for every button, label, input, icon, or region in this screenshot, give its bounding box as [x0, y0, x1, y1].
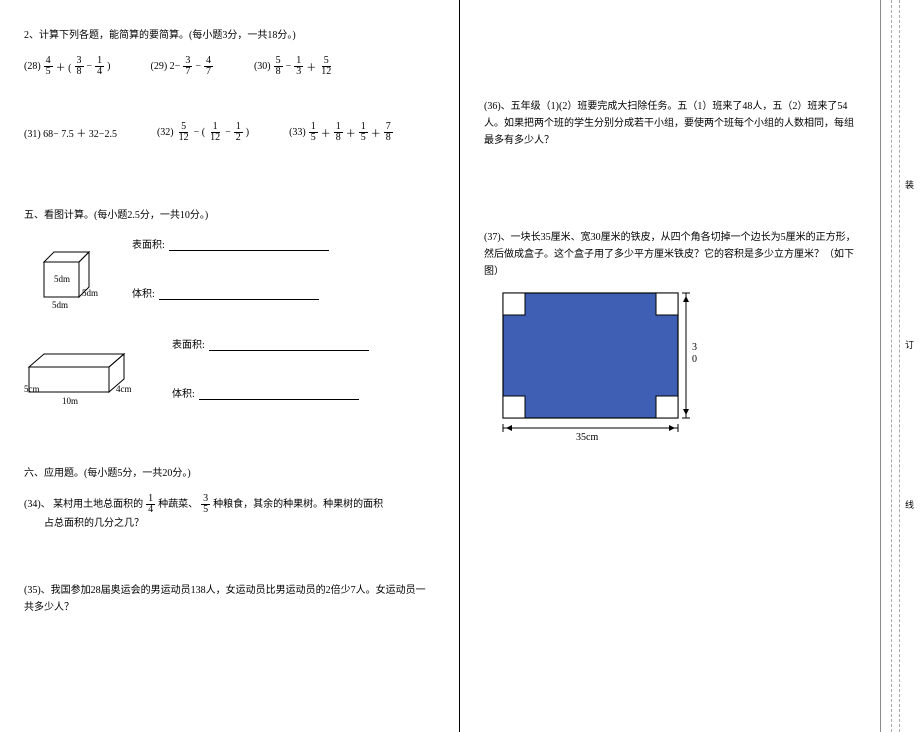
- page-container: 2、计算下列各题，能简算的要简算。(每小题3分，一共18分。) (28) 45 …: [0, 0, 920, 732]
- answer-underline: [159, 290, 319, 300]
- frac: 35: [201, 494, 210, 515]
- prism-l: 10m: [62, 396, 78, 406]
- frac: 37: [183, 56, 192, 77]
- problem-row-2: (31) 68− 7.5 ＋ 32−2.5 (32) 512 − ( 112 −…: [24, 122, 435, 143]
- frac: 38: [75, 56, 84, 77]
- problem-33: (33) 15 ＋ 18 ＋ 15 ＋ 78: [289, 122, 394, 143]
- section-2-title: 2、计算下列各题，能简算的要简算。(每小题3分，一共18分。): [24, 28, 435, 44]
- question-34: (34)、 某村用土地总面积的 14 种蔬菜、 35 种粮食，其余的种果树。种果…: [24, 494, 435, 532]
- frac: 47: [204, 56, 213, 77]
- svg-text:0: 0: [692, 354, 697, 365]
- box-height-label: 3: [692, 342, 697, 353]
- frac: 14: [95, 56, 104, 77]
- cube-figure-row: 5dm 5dm 5dm 表面积: 体积:: [24, 236, 435, 318]
- cube-volume-line: 体积:: [132, 285, 329, 300]
- problem-28: (28) 45 ＋ ( 38 − 14 ): [24, 56, 111, 77]
- problem-30: (30) 58 − 13 ＋ 512: [254, 56, 334, 77]
- frac: 78: [384, 122, 393, 143]
- box-width-label: 35cm: [576, 432, 598, 443]
- frac: 13: [294, 56, 303, 77]
- prism-figure-row: 5cm 4cm 10m 表面积: 体积:: [24, 336, 435, 418]
- frac: 512: [319, 56, 333, 77]
- problem-29: (29) 2− 37 − 47: [151, 56, 214, 77]
- problem-32: (32) 512 − ( 112 − 12 ): [157, 122, 249, 143]
- frac: 14: [146, 494, 155, 515]
- answer-underline: [169, 241, 329, 251]
- cube-dim-bottom: 5dm: [52, 300, 68, 310]
- problem-row-1: (28) 45 ＋ ( 38 − 14 ) (29) 2− 37 − 47 (3…: [24, 56, 435, 77]
- box-figure-wrap: 3 0 35cm: [498, 288, 856, 443]
- frac: 15: [359, 122, 368, 143]
- answer-underline: [209, 341, 369, 351]
- cube-dim-inner: 5dm: [54, 274, 70, 284]
- problem-31: (31) 68− 7.5 ＋ 32−2.5: [24, 125, 117, 140]
- cube-surface-line: 表面积:: [132, 236, 329, 251]
- frac: 12: [234, 122, 243, 143]
- prism-surface-line: 表面积:: [172, 336, 369, 351]
- cube-dim-right: 5dm: [82, 288, 98, 298]
- margin-label-3: 线: [903, 500, 916, 509]
- margin-label-2: 订: [903, 340, 916, 349]
- question-37: (37)、一块长35厘米、宽30厘米的铁皮，从四个角各切掉一个边长为5厘米的正方…: [484, 229, 856, 443]
- section-6-title: 六、应用题。(每小题5分，一共20分。): [24, 466, 435, 482]
- margin-label-1: 装: [903, 180, 916, 189]
- prism-w: 4cm: [116, 384, 132, 394]
- right-column: (36)、五年级（1)(2）班要完成大扫除任务。五（1）班来了48人，五（2）班…: [460, 0, 880, 732]
- prism-answers: 表面积: 体积:: [172, 336, 369, 418]
- cube-answers: 表面积: 体积:: [132, 236, 329, 318]
- frac: 15: [309, 122, 318, 143]
- binding-margin: 装 订 线: [880, 0, 920, 732]
- binding-dotted-line: [891, 0, 892, 732]
- frac: 18: [334, 122, 343, 143]
- box-figure: 3 0 35cm: [498, 288, 718, 443]
- prism-figure: 5cm 4cm 10m: [24, 342, 144, 412]
- prism-volume-line: 体积:: [172, 385, 369, 400]
- frac: 58: [274, 56, 283, 77]
- left-column: 2、计算下列各题，能简算的要简算。(每小题3分，一共18分。) (28) 45 …: [0, 0, 460, 732]
- frac: 512: [177, 122, 191, 143]
- section-5-title: 五、看图计算。(每小题2.5分，一共10分。): [24, 208, 435, 224]
- cube-figure: 5dm 5dm 5dm: [24, 242, 104, 312]
- frac: 45: [44, 56, 53, 77]
- question-35: (35)、我国参加28届奥运会的男运动员138人，女运动员比男运动员的2倍少7人…: [24, 582, 435, 616]
- answer-underline: [199, 390, 359, 400]
- frac: 112: [208, 122, 222, 143]
- prism-h: 5cm: [24, 384, 40, 394]
- binding-dotted-line-2: [899, 0, 900, 732]
- question-36: (36)、五年级（1)(2）班要完成大扫除任务。五（1）班来了48人，五（2）班…: [484, 98, 856, 149]
